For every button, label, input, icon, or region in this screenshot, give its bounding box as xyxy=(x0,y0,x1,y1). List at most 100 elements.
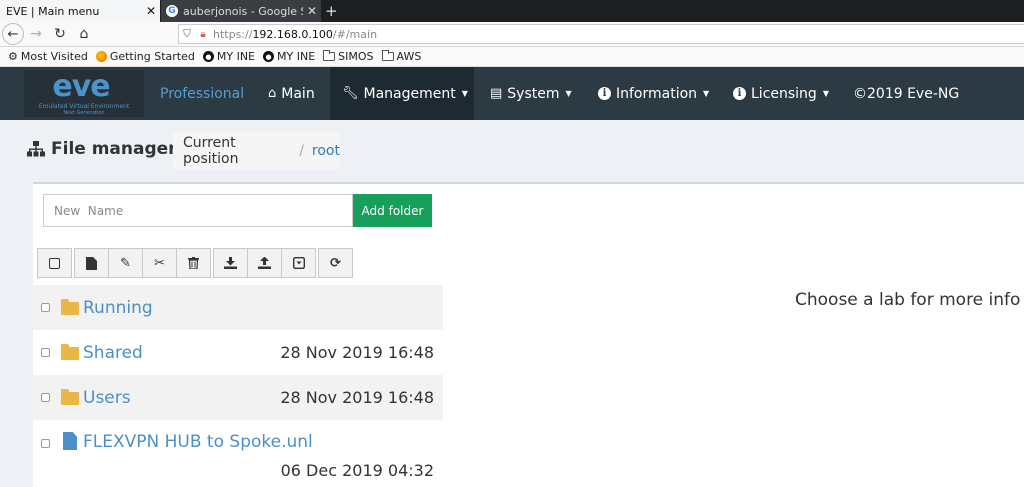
list-item[interactable]: Users 28 Nov 2019 16:48 xyxy=(33,375,443,420)
folder-icon xyxy=(61,299,79,315)
browser-nav-bar: ← → ↻ ⌂ ⛉ 🔒︎ https://192.168.0.100/#/mai… xyxy=(0,22,1024,47)
checkbox-icon xyxy=(49,257,60,269)
bookmarks-bar: ⚙ Most Visited Getting Started ● MY INE ● M… xyxy=(0,47,1024,67)
file-name[interactable]: Users xyxy=(83,388,131,408)
page-title: File manager xyxy=(27,139,177,159)
rename-button[interactable]: ✎ xyxy=(108,248,143,278)
forward-arrow-icon[interactable]: → xyxy=(24,26,48,42)
page-title-text: File manager xyxy=(51,139,177,159)
lock-warning-icon[interactable]: 🔒︎ xyxy=(195,29,211,40)
upload-icon xyxy=(258,257,271,269)
url-path: /#/main xyxy=(332,27,378,41)
menu-licensing[interactable]: i Licensing ▼ xyxy=(733,67,829,120)
breadcrumb: Current position / root xyxy=(173,132,340,169)
caret-square-down-icon xyxy=(292,257,305,269)
folder-icon xyxy=(323,50,336,61)
breadcrumb-label: Current position xyxy=(183,134,239,167)
list-item[interactable]: Running xyxy=(33,285,443,330)
file-icon xyxy=(63,432,77,450)
collapse-button[interactable] xyxy=(281,248,316,278)
tab-title: auberjonois - Google Sea xyxy=(183,4,303,18)
tab-eve-main-menu[interactable]: EVE | Main menu ✕ xyxy=(0,0,160,22)
url-bar[interactable]: ⛉ 🔒︎ https://192.168.0.100/#/main xyxy=(178,24,1024,44)
ine-icon: ● xyxy=(202,51,214,62)
file-icon xyxy=(86,256,97,270)
bookmark-getting-started[interactable]: Getting Started xyxy=(95,50,195,63)
add-folder-button[interactable]: Add folder xyxy=(353,194,432,227)
file-date: 28 Nov 2019 16:48 xyxy=(280,343,434,362)
bookmark-most-visited[interactable]: ⚙ Most Visited xyxy=(8,50,88,63)
bookmark-aws[interactable]: AWS xyxy=(381,50,421,63)
lab-info-placeholder: Choose a lab for more info xyxy=(795,290,1021,310)
row-checkbox[interactable] xyxy=(41,348,50,357)
export-button[interactable] xyxy=(247,248,282,278)
file-name[interactable]: Running xyxy=(83,298,153,318)
pencil-icon: ✎ xyxy=(120,255,131,271)
cut-button[interactable]: ✂ xyxy=(142,248,177,278)
bookmark-label: SIMOS xyxy=(338,50,374,63)
new-tab-button[interactable]: + xyxy=(325,2,338,20)
list-item[interactable]: FLEXVPN HUB to Spoke.unl 06 Dec 2019 04:… xyxy=(33,420,443,487)
row-checkbox[interactable] xyxy=(41,393,50,402)
home-icon: ⌂ xyxy=(268,86,277,101)
breadcrumb-root-link[interactable]: root xyxy=(312,143,340,159)
url-scheme: https:// xyxy=(213,27,253,41)
file-name[interactable]: FLEXVPN HUB to Spoke.unl xyxy=(83,432,313,452)
ine-icon: ● xyxy=(263,51,275,62)
menu-professional[interactable]: Professional xyxy=(160,67,244,120)
copyright-text: ©2019 Eve-NG xyxy=(853,85,960,102)
eve-logo[interactable]: eve Emulated Virtual Environment Next Ge… xyxy=(24,70,144,117)
file-toolbar: ✎ ✂ ⟳ xyxy=(37,248,355,278)
bookmark-simos[interactable]: SIMOS xyxy=(323,50,374,63)
download-icon xyxy=(224,257,237,269)
close-icon[interactable]: ✕ xyxy=(142,4,160,18)
bookmark-label: Getting Started xyxy=(109,50,195,63)
file-name[interactable]: Shared xyxy=(83,343,143,363)
url-host: 192.168.0.100 xyxy=(252,27,333,41)
menu-information[interactable]: i Information ▼ xyxy=(598,67,709,120)
tab-google-search[interactable]: G auberjonois - Google Sea ✕ xyxy=(161,0,321,22)
bookmark-my-ine-2[interactable]: ● MY INE xyxy=(263,50,315,63)
menu-main[interactable]: ⌂ Main xyxy=(268,67,315,120)
select-all-button[interactable] xyxy=(37,248,72,278)
close-icon[interactable]: ✕ xyxy=(303,4,321,18)
back-arrow-icon[interactable]: ← xyxy=(2,23,24,45)
bookmark-label: MY INE xyxy=(277,50,316,63)
google-icon: G xyxy=(166,5,178,17)
folder-icon xyxy=(381,50,394,61)
logo-subtitle: Emulated Virtual Environment xyxy=(38,103,130,110)
reload-icon[interactable]: ↻ xyxy=(48,26,72,42)
new-name-input[interactable] xyxy=(43,194,353,227)
folder-icon xyxy=(61,389,79,405)
menu-main-label: Main xyxy=(281,85,315,102)
logo-subtitle-2: Next Generation xyxy=(63,110,105,116)
new-file-button[interactable] xyxy=(74,248,109,278)
menu-management[interactable]: 🔧︎ Management ▼ xyxy=(330,67,474,120)
info-circle-icon: i xyxy=(733,87,746,100)
menu-system[interactable]: ▤ System ▼ xyxy=(490,67,572,120)
bookmark-my-ine[interactable]: ● MY INE xyxy=(202,50,256,63)
folder-icon xyxy=(61,344,79,360)
refresh-button[interactable]: ⟳ xyxy=(318,248,353,278)
shield-icon[interactable]: ⛉ xyxy=(179,29,195,40)
browser-tab-bar: EVE | Main menu ✕ G auberjonois - Google… xyxy=(0,0,1024,22)
row-checkbox[interactable] xyxy=(41,303,50,312)
sitemap-icon xyxy=(27,141,45,157)
menu-licensing-label: Licensing xyxy=(751,85,817,102)
book-icon: ▤ xyxy=(490,86,503,101)
menu-information-label: Information xyxy=(616,85,698,102)
caret-down-icon: ▼ xyxy=(703,89,710,98)
row-checkbox[interactable] xyxy=(41,439,50,448)
trash-icon xyxy=(188,257,199,269)
delete-button[interactable] xyxy=(176,248,211,278)
import-button[interactable] xyxy=(213,248,248,278)
tab-title: EVE | Main menu xyxy=(6,4,100,18)
caret-down-icon: ▼ xyxy=(461,89,468,98)
list-item[interactable]: Shared 28 Nov 2019 16:48 xyxy=(33,330,443,375)
wrench-icon: 🔧︎ xyxy=(342,86,359,101)
menu-system-label: System xyxy=(507,85,560,102)
bookmark-label: Most Visited xyxy=(20,50,88,63)
bookmark-label: MY INE xyxy=(216,50,256,63)
home-icon[interactable]: ⌂ xyxy=(72,26,96,42)
breadcrumb-separator: / xyxy=(299,142,304,159)
